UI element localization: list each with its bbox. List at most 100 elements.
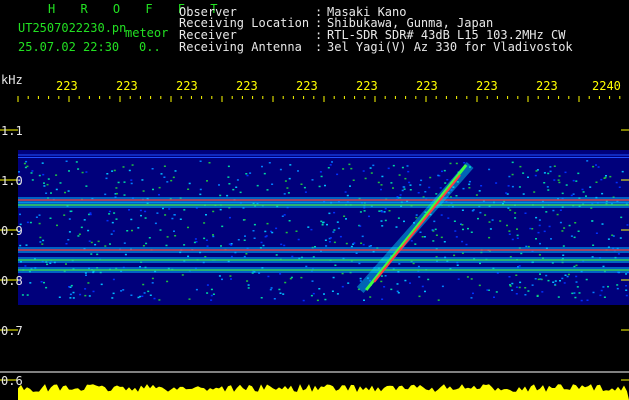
- noise-speckle: [538, 219, 541, 221]
- noise-speckle: [383, 286, 386, 288]
- noise-speckle: [607, 285, 609, 288]
- noise-speckle: [106, 219, 109, 222]
- noise-speckle: [79, 293, 82, 296]
- noise-speckle: [285, 231, 288, 234]
- noise-speckle: [434, 228, 437, 231]
- noise-speckle: [428, 186, 431, 189]
- noise-speckle: [368, 245, 371, 248]
- noise-speckle: [507, 185, 510, 187]
- noise-speckle: [70, 210, 73, 212]
- noise-speckle: [470, 297, 473, 299]
- noise-speckle: [567, 273, 570, 276]
- noise-speckle: [122, 166, 125, 168]
- noise-speckle: [419, 184, 422, 186]
- noise-speckle: [557, 296, 560, 298]
- noise-speckle: [210, 299, 213, 301]
- noise-speckle: [300, 276, 303, 279]
- noise-speckle: [592, 165, 595, 168]
- noise-speckle: [392, 187, 394, 189]
- noise-speckle: [417, 192, 420, 194]
- noise-speckle: [561, 192, 564, 195]
- noise-speckle: [380, 188, 382, 191]
- noise-speckle: [115, 218, 118, 220]
- noise-speckle: [230, 278, 232, 280]
- noise-speckle: [471, 210, 474, 212]
- noise-speckle: [531, 284, 534, 286]
- noise-speckle: [524, 212, 527, 214]
- noise-speckle: [106, 173, 109, 175]
- noise-speckle: [607, 238, 610, 240]
- noise-speckle: [173, 230, 175, 232]
- noise-speckle: [188, 298, 191, 300]
- noise-speckle: [527, 290, 530, 292]
- noise-speckle: [326, 223, 328, 226]
- noise-speckle: [563, 227, 566, 229]
- noise-speckle: [152, 188, 154, 191]
- noise-speckle: [397, 292, 400, 294]
- noise-speckle: [527, 176, 529, 178]
- noise-speckle: [303, 186, 306, 189]
- noise-speckle: [440, 236, 443, 239]
- noise-speckle: [137, 227, 140, 229]
- noise-speckle: [228, 183, 231, 185]
- noise-speckle: [495, 182, 498, 184]
- noise-speckle: [489, 228, 492, 230]
- x-tick-3: 223: [236, 79, 258, 93]
- noise-speckle: [324, 298, 327, 301]
- noise-speckle: [364, 177, 367, 180]
- noise-speckle: [336, 293, 339, 295]
- noise-speckle: [509, 209, 512, 211]
- noise-speckle: [563, 282, 566, 284]
- noise-speckle: [253, 223, 256, 226]
- noise-speckle: [89, 213, 92, 216]
- noise-speckle: [245, 173, 248, 175]
- noise-speckle: [446, 179, 449, 181]
- noise-speckle: [552, 209, 555, 212]
- noise-speckle: [229, 275, 232, 277]
- noise-speckle: [228, 243, 231, 245]
- noise-speckle: [558, 175, 561, 177]
- noise-speckle: [288, 220, 291, 222]
- noise-speckle: [77, 235, 80, 237]
- noise-speckle: [511, 282, 514, 285]
- noise-speckle: [511, 238, 514, 241]
- noise-speckle: [260, 297, 263, 299]
- noise-speckle: [312, 292, 315, 295]
- noise-speckle: [384, 219, 387, 222]
- noise-speckle: [531, 228, 534, 230]
- noise-speckle: [515, 286, 518, 288]
- noise-speckle: [75, 161, 78, 163]
- y-tick-0: 1.1: [1, 124, 23, 138]
- noise-speckle: [349, 185, 351, 187]
- noise-speckle: [123, 194, 126, 196]
- noise-speckle: [183, 209, 186, 211]
- antenna-label: Receiving Antenna: [179, 40, 302, 54]
- noise-speckle: [271, 183, 274, 185]
- noise-speckle: [390, 288, 393, 291]
- noise-speckle: [418, 276, 421, 278]
- sep-3: :: [315, 40, 323, 54]
- file-name: UT2507022230.pn: [18, 21, 127, 35]
- noise-speckle: [589, 186, 592, 188]
- noise-speckle: [395, 226, 398, 228]
- noise-speckle: [170, 179, 173, 182]
- noise-speckle: [573, 236, 576, 239]
- noise-speckle: [345, 242, 348, 245]
- noise-speckle: [511, 185, 514, 188]
- noise-speckle: [83, 219, 86, 221]
- x-tick-0: 223: [56, 79, 78, 93]
- noise-speckle: [618, 186, 621, 188]
- noise-speckle: [112, 278, 115, 281]
- noise-speckle: [212, 210, 215, 213]
- noise-speckle: [23, 162, 26, 165]
- noise-speckle: [112, 292, 115, 295]
- noise-speckle: [591, 220, 594, 222]
- noise-speckle: [151, 168, 154, 170]
- noise-speckle: [203, 237, 206, 240]
- noise-speckle: [281, 215, 284, 217]
- noise-speckle: [253, 237, 256, 239]
- noise-speckle: [423, 236, 426, 238]
- noise-speckle: [582, 191, 585, 193]
- noise-speckle: [465, 243, 468, 246]
- noise-speckle: [38, 214, 41, 216]
